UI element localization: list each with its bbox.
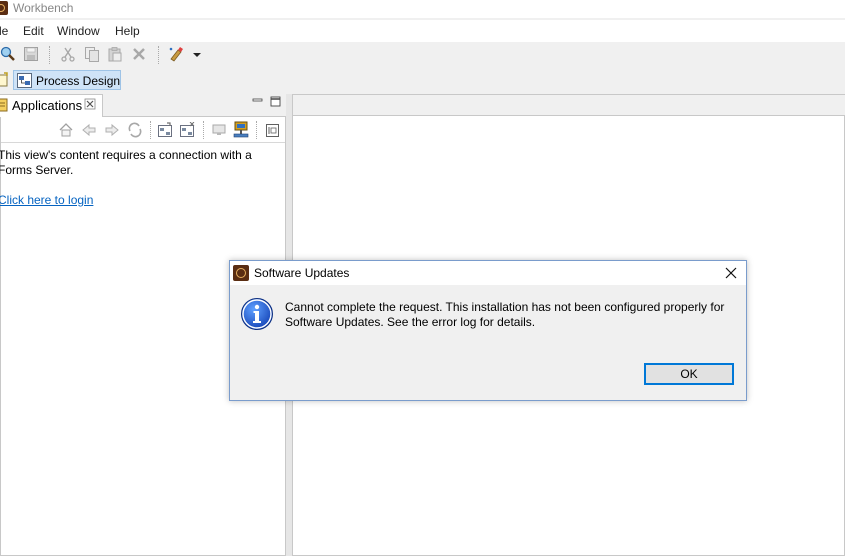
collapse-all-icon[interactable] (265, 123, 280, 138)
paste-icon[interactable] (107, 46, 123, 62)
close-icon[interactable] (720, 262, 742, 284)
minimize-view-icon[interactable] (252, 96, 264, 106)
window-titlebar (0, 0, 845, 18)
menu-edit[interactable]: Edit (23, 24, 44, 38)
main-toolbar (0, 42, 845, 68)
editor-tab-strip (293, 95, 845, 116)
menu-bar: le Edit Window Help (0, 20, 845, 42)
menu-file[interactable]: le (0, 24, 8, 38)
dialog-message: Cannot complete the request. This instal… (285, 300, 725, 329)
process-properties-icon[interactable] (179, 122, 195, 138)
process-design-icon (17, 73, 32, 88)
toolbar-separator (158, 46, 160, 64)
search-icon[interactable] (0, 46, 16, 62)
app-icon (0, 1, 8, 15)
home-icon[interactable] (58, 122, 74, 138)
open-perspective-icon[interactable] (0, 72, 9, 88)
server-login-icon[interactable] (233, 121, 249, 139)
save-icon[interactable] (23, 46, 39, 62)
view-toolbar-separator (150, 121, 151, 139)
info-icon (241, 298, 273, 330)
ok-button[interactable]: OK (644, 363, 734, 385)
copy-icon[interactable] (84, 46, 100, 62)
dialog-app-icon (233, 265, 249, 281)
tab-applications-label: Applications (12, 98, 83, 113)
menu-window[interactable]: Window (57, 24, 100, 38)
login-link[interactable]: Click here to login (0, 193, 93, 208)
maximize-view-icon[interactable] (270, 96, 282, 108)
connection-required-message: This view's content requires a connectio… (0, 148, 252, 177)
applications-icon (0, 98, 8, 112)
new-process-icon[interactable] (157, 122, 173, 138)
forward-icon[interactable] (104, 122, 120, 138)
menu-help[interactable]: Help (115, 24, 140, 38)
view-toolbar-separator (256, 121, 257, 139)
back-icon[interactable] (81, 122, 97, 138)
perspective-label: Process Design (36, 74, 121, 88)
dropdown-arrow-icon[interactable] (189, 46, 205, 62)
dialog-title: Software Updates (254, 266, 350, 280)
run-icon[interactable] (168, 46, 184, 62)
delete-icon[interactable] (131, 46, 147, 62)
window-title: Workbench (13, 1, 74, 15)
close-tab-icon[interactable] (84, 98, 96, 110)
view-toolbar-separator (203, 121, 204, 139)
monitor-icon[interactable] (211, 122, 227, 138)
toolbar-separator (49, 46, 51, 64)
refresh-icon[interactable] (127, 122, 143, 138)
cut-icon[interactable] (60, 46, 76, 62)
perspective-bar (0, 68, 845, 94)
